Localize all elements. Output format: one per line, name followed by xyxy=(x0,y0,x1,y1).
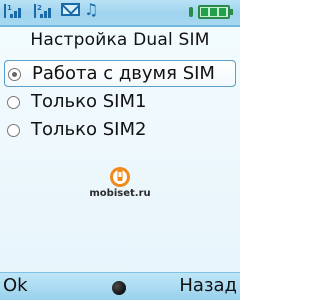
radio-button-icon[interactable] xyxy=(8,68,21,81)
screen-title: Настройка Dual SIM xyxy=(30,30,210,50)
battery-icon xyxy=(189,5,233,19)
back-softkey[interactable]: Назад xyxy=(179,275,237,296)
message-envelope-icon xyxy=(61,3,80,16)
music-note-icon: ♫ xyxy=(84,0,99,19)
mobiset-logo-icon xyxy=(110,167,130,187)
option-dual-sim[interactable]: Работа с двумя SIM xyxy=(4,60,236,87)
option-label: Только SIM1 xyxy=(31,91,147,112)
sim1-indicator: 1 xyxy=(7,4,12,12)
signal-sim1-icon: 1 xyxy=(4,4,21,18)
option-sim1-only[interactable]: Только SIM1 xyxy=(4,89,236,116)
signal-sim2-icon: 2 xyxy=(34,4,51,18)
status-bar: 1 2 ♫ xyxy=(0,0,240,27)
radio-button-icon[interactable] xyxy=(7,96,20,109)
option-sim2-only[interactable]: Только SIM2 xyxy=(4,117,236,144)
softkey-bar: Ok Назад xyxy=(0,272,240,300)
radio-button-icon[interactable] xyxy=(7,124,20,137)
watermark-text: mobiset.ru xyxy=(89,188,151,199)
ok-softkey[interactable]: Ok xyxy=(3,275,28,296)
phone-screen: 1 2 ♫ Настройка Dual SIM Работа с двумя … xyxy=(0,0,240,300)
sim2-indicator: 2 xyxy=(37,4,42,12)
center-key-icon[interactable] xyxy=(112,281,126,295)
option-label: Работа с двумя SIM xyxy=(32,63,215,84)
option-label: Только SIM2 xyxy=(31,119,147,140)
